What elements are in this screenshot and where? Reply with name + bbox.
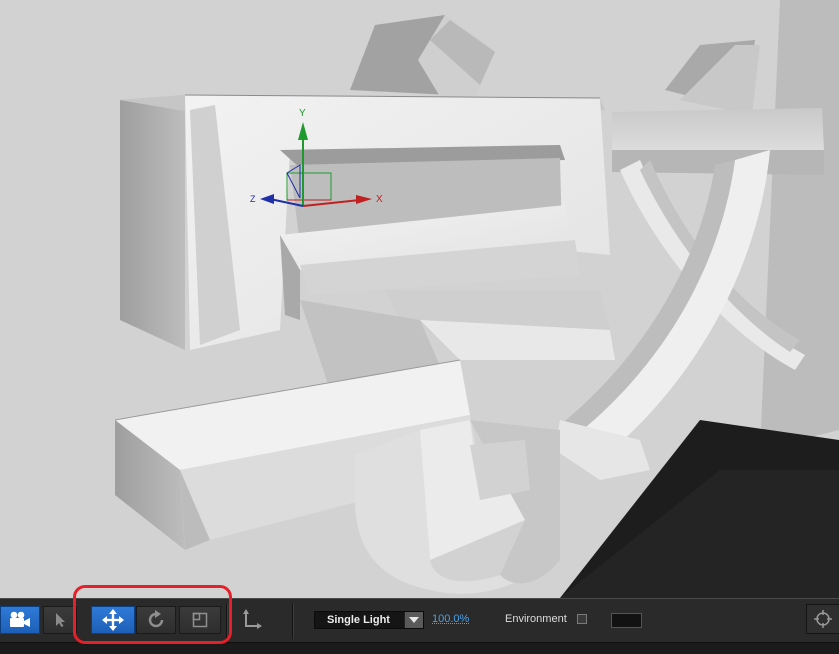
environment-color-swatch[interactable] xyxy=(611,613,642,628)
light-mode-value: Single Light xyxy=(327,614,390,626)
z-axis-label: Z xyxy=(250,194,256,204)
3d-viewport[interactable]: Y X Z xyxy=(0,0,839,598)
camera-icon xyxy=(10,611,30,627)
y-axis-label: Y xyxy=(299,108,306,119)
toolbar-separator xyxy=(292,603,293,639)
select-tool-button[interactable] xyxy=(43,606,77,634)
x-axis-handle[interactable] xyxy=(302,199,361,207)
target-button[interactable] xyxy=(806,604,839,634)
environment-label: Environment xyxy=(505,613,567,625)
chevron-down-icon xyxy=(404,612,423,628)
axis-icon xyxy=(243,609,262,629)
zoom-level[interactable]: 100.0% xyxy=(432,613,469,625)
target-icon xyxy=(814,610,832,628)
highlight-annotation xyxy=(73,585,232,644)
camera-button[interactable] xyxy=(0,606,40,634)
select-arrow-icon xyxy=(56,613,65,627)
light-mode-dropdown[interactable]: Single Light xyxy=(314,611,424,629)
x-axis-label: X xyxy=(376,194,383,205)
transform-gizmo[interactable]: Y X Z xyxy=(0,0,839,598)
axis-orientation-button[interactable] xyxy=(231,606,271,634)
environment-checkbox[interactable] xyxy=(577,614,587,624)
